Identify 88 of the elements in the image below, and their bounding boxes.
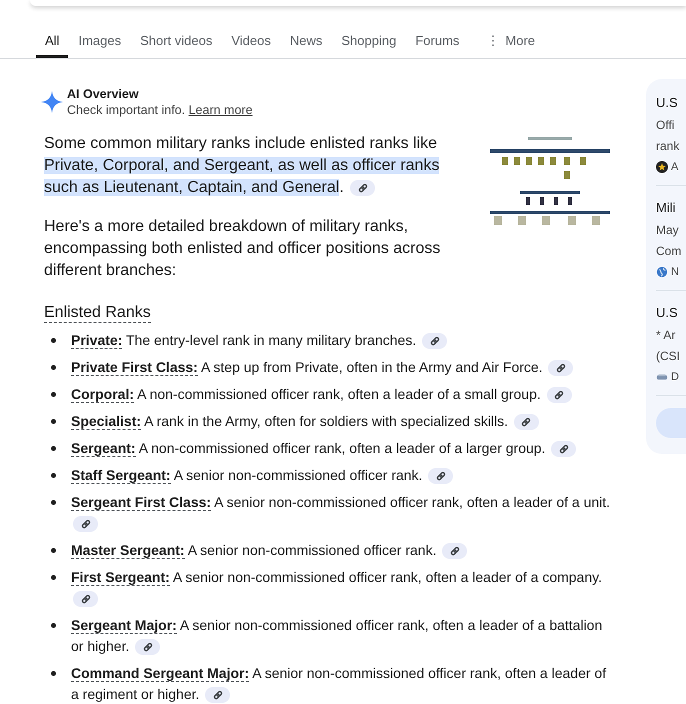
citation-button[interactable] bbox=[350, 180, 376, 196]
learn-more-link[interactable]: Learn more bbox=[188, 103, 253, 117]
rank-term[interactable]: Sergeant: bbox=[71, 440, 136, 457]
source-title[interactable]: U.S bbox=[656, 93, 686, 113]
rank-term[interactable]: Corporal: bbox=[71, 386, 134, 403]
source-title[interactable]: Mili bbox=[656, 198, 686, 218]
source-snippet: Com bbox=[656, 243, 682, 260]
bullet-icon bbox=[51, 671, 56, 676]
bullet-icon bbox=[51, 623, 56, 628]
bullet-icon bbox=[51, 446, 56, 451]
link-icon bbox=[212, 690, 223, 700]
citation-button[interactable] bbox=[73, 591, 98, 608]
bullet-icon bbox=[51, 419, 56, 424]
search-tab[interactable]: Videos bbox=[222, 26, 280, 58]
rank-term[interactable]: Master Sergeant: bbox=[71, 542, 185, 559]
section-heading: Enlisted Ranks bbox=[44, 303, 151, 323]
list-item-text: Master Sergeant: A senior non-commissioned officer rank. bbox=[71, 540, 611, 561]
highlighted-text: such as Lieutenant, Captain, and General bbox=[44, 179, 340, 196]
bullet-icon bbox=[51, 575, 56, 580]
rank-term[interactable]: Sergeant Major: bbox=[71, 617, 177, 634]
citation-button[interactable] bbox=[73, 516, 98, 532]
link-icon bbox=[450, 546, 460, 556]
list-item-text: Private: The entry-level rank in many military branches. bbox=[71, 330, 611, 351]
search-tab[interactable]: News bbox=[280, 26, 332, 58]
list-item-text: Sergeant Major: A senior non-commissioned officer rank, often a leader of a battalion or higher. bbox=[71, 616, 604, 657]
bullet-icon bbox=[51, 548, 56, 553]
link-icon bbox=[80, 519, 90, 530]
sparkle-icon bbox=[41, 91, 63, 113]
citation-button[interactable] bbox=[135, 639, 160, 656]
list-item-text: Corporal: A non-commissioned officer rank, often a leader of a small group. bbox=[71, 384, 611, 405]
list-item-text: Sergeant First Class: A senior non-commissioned officer rank, often a leader of a unit. bbox=[71, 492, 611, 534]
link-icon bbox=[556, 363, 566, 374]
rank-term[interactable]: Specialist: bbox=[71, 413, 142, 430]
overview-text: Some common military ranks include enlisted ranks like Private, Corporal, and Sergeant, as well as officer ranks such as Lieutenant, Captain, and General. bbox=[44, 134, 440, 198]
list-item-text: Private First Class: A step up from Private, often in the Army and Air Force. bbox=[71, 357, 611, 378]
source-snippet: Offi bbox=[656, 117, 676, 134]
star-icon bbox=[656, 161, 668, 173]
search-tab[interactable]: All bbox=[36, 26, 68, 58]
search-tab[interactable]: Images bbox=[69, 26, 130, 58]
bullet-icon bbox=[51, 500, 56, 505]
rank-term[interactable]: First Sergeant: bbox=[71, 569, 170, 586]
citation-button[interactable] bbox=[546, 387, 572, 404]
list-item-text: First Sergeant: A senior non-commissioned officer rank, often a leader of a company. bbox=[71, 567, 611, 609]
source-title[interactable]: U.S bbox=[656, 303, 686, 323]
link-icon bbox=[521, 417, 532, 428]
source-snippet: (CSI bbox=[656, 348, 681, 365]
citation-button[interactable] bbox=[551, 441, 576, 458]
source-name: N bbox=[671, 266, 679, 278]
source-snippet: May bbox=[656, 222, 680, 239]
link-icon bbox=[558, 444, 569, 454]
globe-icon bbox=[656, 266, 668, 278]
list-item-text: Command Sergeant Major: A senior non-commissioned officer rank, often a leader of a regiment or higher. bbox=[71, 664, 608, 704]
citation-button[interactable] bbox=[514, 414, 539, 430]
bullet-icon bbox=[51, 338, 56, 343]
rank-term[interactable]: Staff Sergeant: bbox=[71, 467, 171, 484]
disclaimer-text: Check important info. bbox=[67, 103, 186, 117]
bullet-icon bbox=[51, 365, 56, 370]
bullet-icon bbox=[51, 392, 56, 397]
link-icon bbox=[436, 471, 446, 482]
overview-text: Here's a more detailed breakdown of military ranks, encompassing both enlisted and officer positions across different branches: bbox=[44, 217, 442, 281]
search-tab[interactable]: ⋮ More bbox=[477, 26, 544, 58]
citation-button[interactable] bbox=[428, 468, 454, 484]
link-icon bbox=[358, 182, 368, 193]
link-icon bbox=[80, 594, 90, 604]
list-item-text: Staff Sergeant: A senior non-commissioned officer rank. bbox=[71, 465, 611, 486]
rank-term[interactable]: Sergeant First Class: bbox=[71, 494, 212, 511]
source-name: D bbox=[671, 371, 679, 383]
link-icon bbox=[430, 336, 440, 346]
source-snippet: * Ar bbox=[656, 327, 676, 344]
highlighted-text: Private, Corporal, and Sergeant, as well as officer ranks bbox=[44, 157, 440, 174]
link-icon bbox=[142, 642, 153, 652]
search-tab[interactable]: Short videos bbox=[131, 26, 222, 58]
section-title: AI Overview bbox=[67, 86, 140, 102]
source-name: A bbox=[671, 161, 678, 173]
rank-term[interactable]: Private First Class: bbox=[71, 359, 198, 376]
citation-button[interactable] bbox=[548, 360, 574, 376]
link-icon bbox=[554, 390, 564, 400]
rank-term[interactable]: Private: bbox=[71, 332, 122, 349]
search-tab[interactable]: Shopping bbox=[332, 26, 406, 58]
list-item-text: Specialist: A rank in the Army, often for soldiers with specialized skills. bbox=[71, 411, 611, 432]
source-snippet: rank bbox=[656, 138, 680, 155]
citation-button[interactable] bbox=[422, 333, 448, 350]
citation-button[interactable] bbox=[442, 543, 468, 560]
bullet-icon bbox=[51, 473, 56, 478]
list-item-text: Sergeant: A non-commissioned officer rank, often a leader of a larger group. bbox=[71, 438, 611, 459]
citation-button[interactable] bbox=[205, 687, 230, 704]
search-tab[interactable]: Forums bbox=[406, 26, 468, 58]
rank-term[interactable]: Command Sergeant Major: bbox=[71, 665, 250, 682]
